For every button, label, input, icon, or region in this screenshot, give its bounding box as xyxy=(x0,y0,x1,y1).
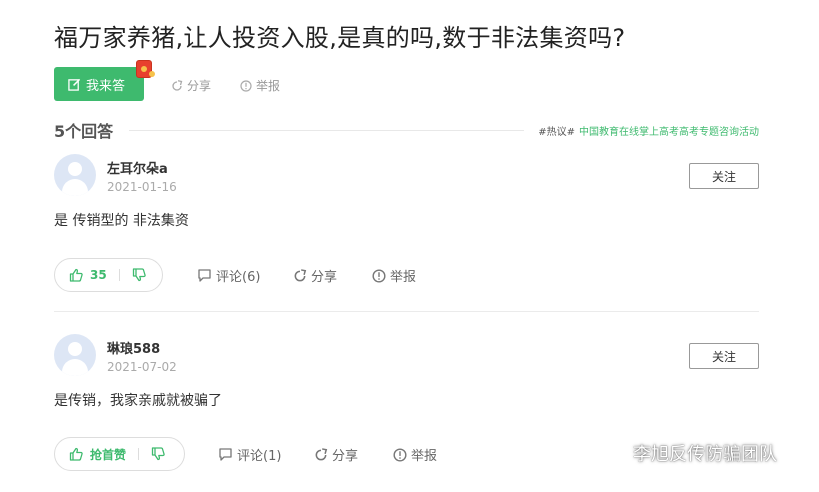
share-label: 分享 xyxy=(311,270,338,285)
edit-icon xyxy=(68,78,81,91)
answer-date: 2021-01-16 xyxy=(107,180,177,194)
thumbs-up-icon xyxy=(69,268,83,282)
answer-date: 2021-07-02 xyxy=(107,360,177,374)
comment-label: 评论(6) xyxy=(216,270,261,285)
share-icon xyxy=(294,268,307,281)
report-label: 举报 xyxy=(390,270,417,285)
report-button[interactable]: 举报 xyxy=(240,77,280,94)
like-count: 35 xyxy=(90,268,107,282)
share-icon xyxy=(172,79,183,91)
thumbs-down-icon xyxy=(132,268,146,282)
like-button[interactable]: 抢首赞 xyxy=(69,446,126,463)
follow-button[interactable]: 关注 xyxy=(689,163,759,189)
answer-username[interactable]: 琳琅588 xyxy=(107,338,160,357)
share-label: 分享 xyxy=(332,449,359,464)
share-button[interactable]: 分享 xyxy=(314,445,358,464)
comment-button[interactable]: 评论(1) xyxy=(218,445,281,464)
report-icon xyxy=(372,268,386,283)
answer-text: 是 传销型的 非法集资 xyxy=(54,213,189,229)
vote-pill: 抢首赞 xyxy=(54,437,185,471)
dislike-button[interactable] xyxy=(132,268,146,282)
follow-button[interactable]: 关注 xyxy=(689,343,759,369)
dislike-button[interactable] xyxy=(151,447,165,461)
answer-username[interactable]: 左耳尔朵a xyxy=(107,158,168,177)
report-icon xyxy=(240,79,252,92)
report-icon xyxy=(393,447,407,462)
comment-button[interactable]: 评论(6) xyxy=(197,266,260,285)
comment-icon xyxy=(198,269,211,282)
answer-divider xyxy=(54,311,759,312)
wechat-watermark: 李旭反传防骗团队 xyxy=(597,440,777,466)
avatar[interactable] xyxy=(54,154,96,196)
report-button[interactable]: 举报 xyxy=(372,266,416,285)
red-packet-icon[interactable] xyxy=(136,60,155,78)
vote-pill: 35 xyxy=(54,258,163,292)
vote-divider xyxy=(118,269,120,281)
share-button[interactable]: 分享 xyxy=(293,266,337,285)
answer-button[interactable]: 我来答 xyxy=(54,67,144,101)
share-label: 分享 xyxy=(187,79,212,93)
vote-divider xyxy=(138,448,140,460)
first-like-label: 抢首赞 xyxy=(90,447,127,462)
like-button[interactable]: 35 xyxy=(69,268,107,282)
hot-topic-link[interactable]: 中国教育在线掌上高考高考专题咨询活动 xyxy=(579,123,759,138)
report-button[interactable]: 举报 xyxy=(393,445,437,464)
answer-text: 是传销，我家亲戚就被骗了 xyxy=(54,393,222,409)
wechat-icon xyxy=(597,442,625,463)
share-button[interactable]: 分享 xyxy=(171,77,211,94)
comment-label: 评论(1) xyxy=(237,449,282,464)
share-icon xyxy=(315,447,328,460)
question-title: 福万家养猪,让人投资入股,是真的吗,数于非法集资吗? xyxy=(54,24,626,52)
answer-button-label: 我来答 xyxy=(86,78,126,94)
report-label: 举报 xyxy=(411,449,438,464)
comment-icon xyxy=(219,448,232,461)
avatar[interactable] xyxy=(54,334,96,376)
answer-count: 5个回答 xyxy=(54,122,114,141)
report-label: 举报 xyxy=(256,79,281,93)
watermark-text: 李旭反传防骗团队 xyxy=(633,444,777,465)
thumbs-up-icon xyxy=(69,447,83,461)
thumbs-down-icon xyxy=(151,447,165,461)
answers-header: 5个回答 #热议# 中国教育在线掌上高考高考专题咨询活动 xyxy=(54,119,759,141)
header-divider xyxy=(129,129,525,131)
hot-tag: #热议# xyxy=(538,126,575,138)
